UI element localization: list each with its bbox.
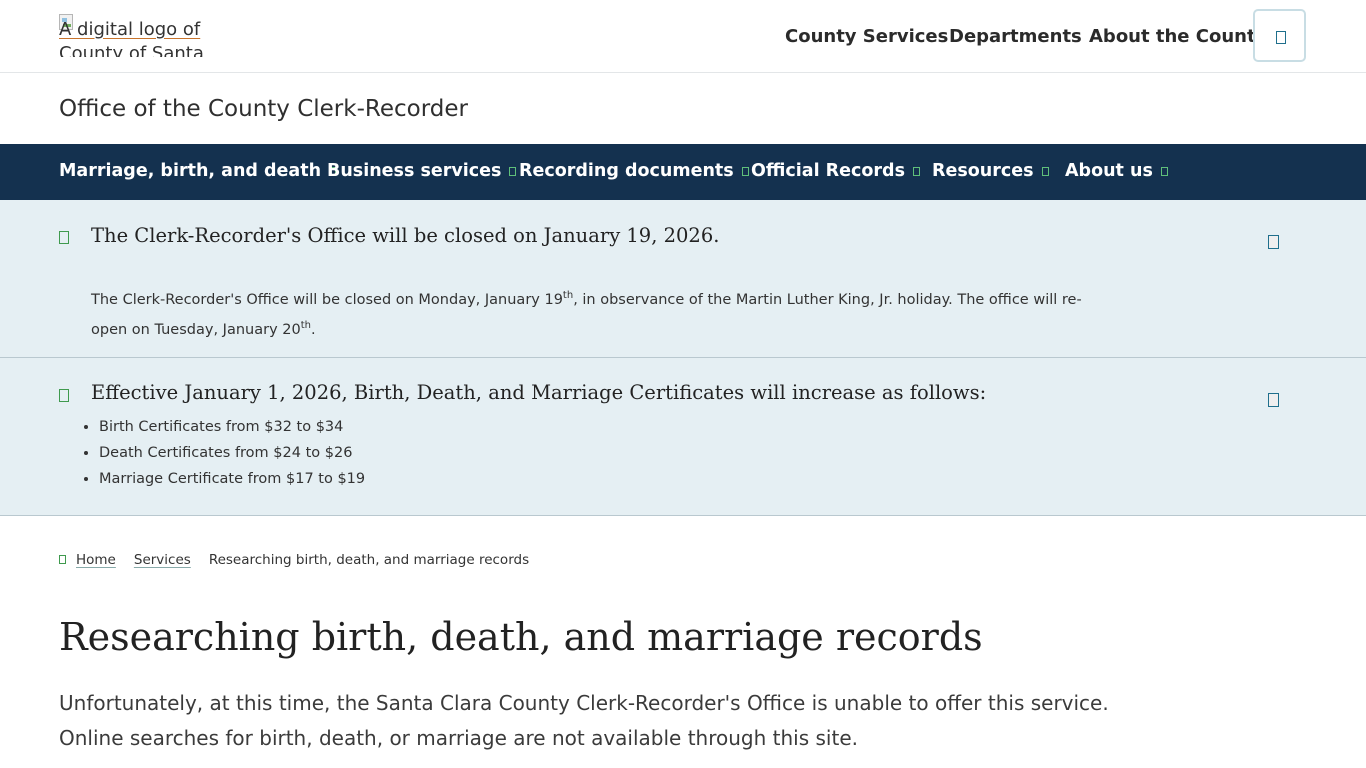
main-nav-business-services[interactable]: Business services: [327, 161, 517, 181]
main-nav-resources[interactable]: Resources: [932, 161, 1049, 181]
chevron-down-icon: [912, 166, 920, 176]
home-icon: [59, 555, 66, 564]
main-nav-label: Official Records: [751, 161, 905, 181]
county-logo-link[interactable]: A digital logo of County of Santa Clara: [59, 14, 209, 57]
page-title: Researching birth, death, and marriage r…: [59, 615, 983, 659]
office-title[interactable]: Office of the County Clerk-Recorder: [59, 96, 468, 122]
close-alert-button[interactable]: [1268, 235, 1279, 249]
alert-title: The Clerk-Recorder's Office will be clos…: [91, 224, 720, 247]
info-icon: [59, 231, 69, 244]
main-nav-label: Marriage, birth, and death: [59, 161, 322, 181]
close-alert-button[interactable]: [1268, 393, 1279, 407]
nav-county-services[interactable]: County Services: [785, 26, 948, 47]
fee-list: Birth Certificates from $32 to $34 Death…: [99, 414, 365, 492]
search-icon: [1276, 31, 1286, 44]
breadcrumb-services[interactable]: Services: [134, 552, 191, 568]
alert-body-text: .: [310, 321, 316, 338]
alert-body-text: The Clerk-Recorder's Office will be clos…: [91, 291, 563, 308]
main-nav-label: Business services: [327, 161, 502, 181]
info-icon: [59, 389, 69, 402]
superscript: th: [300, 319, 311, 331]
main-nav-label: About us: [1065, 161, 1153, 181]
search-button[interactable]: [1253, 9, 1306, 62]
alert-title: Effective January 1, 2026, Birth, Death,…: [91, 381, 987, 404]
logo-alt-text: A digital logo of County of Santa Clara: [59, 19, 204, 57]
site-header: A digital logo of County of Santa Clara …: [0, 0, 1366, 73]
superscript: th: [562, 290, 574, 301]
breadcrumb: Home Services Researching birth, death, an…: [59, 552, 529, 568]
main-nav-marriage-birth-death[interactable]: Marriage, birth, and death: [59, 161, 337, 181]
chevron-down-icon: [1160, 166, 1168, 176]
chevron-down-icon: [741, 166, 749, 176]
main-navigation: Marriage, birth, and death Business serv…: [0, 144, 1366, 200]
main-nav-label: Resources: [932, 161, 1034, 181]
breadcrumb-home[interactable]: Home: [76, 552, 116, 568]
nav-departments[interactable]: Departments: [949, 26, 1082, 47]
main-nav-official-records[interactable]: Official Records: [751, 161, 920, 181]
main-nav-recording-documents[interactable]: Recording documents: [519, 161, 749, 181]
main-nav-about-us[interactable]: About us: [1065, 161, 1168, 181]
alert-fee-increase: Effective January 1, 2026, Birth, Death,…: [0, 358, 1366, 516]
page-intro: Unfortunately, at this time, the Santa C…: [59, 691, 1109, 750]
alert-closure: The Clerk-Recorder's Office will be clos…: [0, 200, 1366, 358]
list-item: Marriage Certificate from $17 to $19: [99, 466, 365, 492]
alert-body: The Clerk-Recorder's Office will be clos…: [91, 283, 1091, 343]
chevron-down-icon: [1041, 166, 1049, 176]
list-item: Death Certificates from $24 to $26: [99, 440, 365, 466]
main-nav-label: Recording documents: [519, 161, 734, 181]
chevron-down-icon: [509, 166, 517, 176]
breadcrumb-current: Researching birth, death, and marriage r…: [208, 552, 530, 568]
list-item: Birth Certificates from $32 to $34: [99, 414, 365, 440]
nav-about-the-county[interactable]: About the County: [1089, 26, 1267, 47]
